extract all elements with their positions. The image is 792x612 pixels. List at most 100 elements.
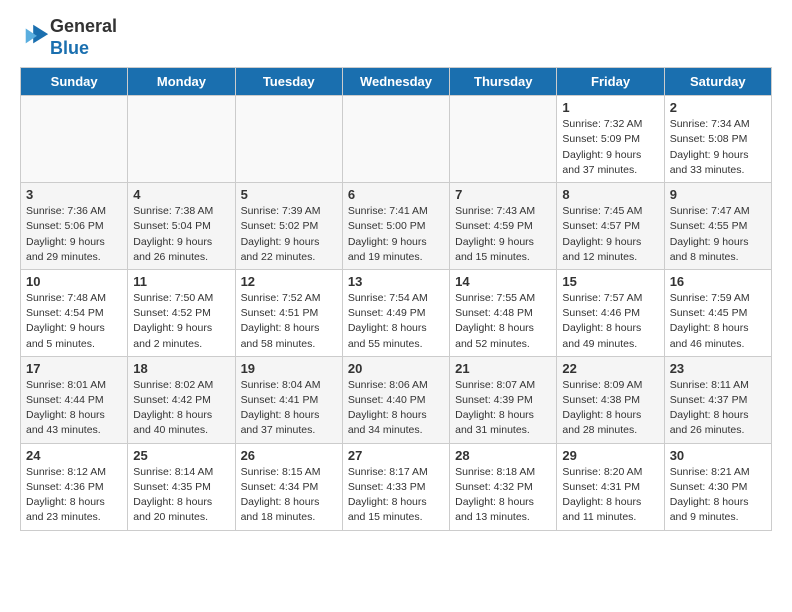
day-number: 1 — [562, 100, 658, 115]
calendar-header-wednesday: Wednesday — [342, 68, 449, 96]
calendar-header-saturday: Saturday — [664, 68, 771, 96]
day-number: 15 — [562, 274, 658, 289]
day-info: Sunrise: 7:45 AM Sunset: 4:57 PM Dayligh… — [562, 204, 658, 265]
calendar-cell: 9 Sunrise: 7:47 AM Sunset: 4:55 PM Daylig… — [664, 183, 771, 270]
calendar-cell: 17 Sunrise: 8:01 AM Sunset: 4:44 PM Dayli… — [21, 356, 128, 443]
day-number: 18 — [133, 361, 229, 376]
logo-icon — [22, 21, 50, 49]
calendar-cell — [235, 96, 342, 183]
day-info: Sunrise: 8:02 AM Sunset: 4:42 PM Dayligh… — [133, 378, 229, 439]
calendar-cell: 8 Sunrise: 7:45 AM Sunset: 4:57 PM Daylig… — [557, 183, 664, 270]
day-info: Sunrise: 7:54 AM Sunset: 4:49 PM Dayligh… — [348, 291, 444, 352]
calendar-cell — [128, 96, 235, 183]
day-info: Sunrise: 8:21 AM Sunset: 4:30 PM Dayligh… — [670, 465, 766, 526]
calendar-cell: 13Sunrise: 7:54 AM Sunset: 4:49 PM Dayli… — [342, 269, 449, 356]
calendar-cell: 4 Sunrise: 7:38 AM Sunset: 5:04 PM Daylig… — [128, 183, 235, 270]
calendar-cell: 14 Sunrise: 7:55 AM Sunset: 4:48 PM Dayli… — [450, 269, 557, 356]
calendar-cell: 16 Sunrise: 7:59 AM Sunset: 4:45 PM Dayli… — [664, 269, 771, 356]
day-number: 3 — [26, 187, 122, 202]
calendar-cell: 10Sunrise: 7:48 AM Sunset: 4:54 PM Dayli… — [21, 269, 128, 356]
day-info: Sunrise: 7:41 AM Sunset: 5:00 PM Dayligh… — [348, 204, 444, 265]
day-number: 17 — [26, 361, 122, 376]
calendar-table: SundayMondayTuesdayWednesdayThursdayFrid… — [20, 67, 772, 530]
page-container: General Blue SundayMondayTuesdayWednesda… — [0, 0, 792, 547]
calendar-cell — [342, 96, 449, 183]
day-info: Sunrise: 7:48 AM Sunset: 4:54 PM Dayligh… — [26, 291, 122, 352]
day-number: 23 — [670, 361, 766, 376]
calendar-cell: 23 Sunrise: 8:11 AM Sunset: 4:37 PM Dayli… — [664, 356, 771, 443]
day-info: Sunrise: 8:14 AM Sunset: 4:35 PM Dayligh… — [133, 465, 229, 526]
calendar-cell — [450, 96, 557, 183]
calendar-header-monday: Monday — [128, 68, 235, 96]
calendar-cell: 27 Sunrise: 8:17 AM Sunset: 4:33 PM Dayli… — [342, 443, 449, 530]
calendar-header-sunday: Sunday — [21, 68, 128, 96]
day-info: Sunrise: 7:34 AM Sunset: 5:08 PM Dayligh… — [670, 117, 766, 178]
day-number: 29 — [562, 448, 658, 463]
day-info: Sunrise: 8:17 AM Sunset: 4:33 PM Dayligh… — [348, 465, 444, 526]
day-number: 20 — [348, 361, 444, 376]
calendar-cell: 22 Sunrise: 8:09 AM Sunset: 4:38 PM Dayli… — [557, 356, 664, 443]
calendar-cell — [21, 96, 128, 183]
day-info: Sunrise: 7:59 AM Sunset: 4:45 PM Dayligh… — [670, 291, 766, 352]
day-info: Sunrise: 8:20 AM Sunset: 4:31 PM Dayligh… — [562, 465, 658, 526]
day-number: 9 — [670, 187, 766, 202]
day-number: 2 — [670, 100, 766, 115]
day-info: Sunrise: 8:06 AM Sunset: 4:40 PM Dayligh… — [348, 378, 444, 439]
day-info: Sunrise: 8:07 AM Sunset: 4:39 PM Dayligh… — [455, 378, 551, 439]
day-info: Sunrise: 8:18 AM Sunset: 4:32 PM Dayligh… — [455, 465, 551, 526]
calendar-week-1: 3 Sunrise: 7:36 AM Sunset: 5:06 PM Daylig… — [21, 183, 772, 270]
calendar-cell: 6 Sunrise: 7:41 AM Sunset: 5:00 PM Daylig… — [342, 183, 449, 270]
day-info: Sunrise: 7:52 AM Sunset: 4:51 PM Dayligh… — [241, 291, 337, 352]
day-number: 8 — [562, 187, 658, 202]
calendar-week-4: 24Sunrise: 8:12 AM Sunset: 4:36 PM Dayli… — [21, 443, 772, 530]
logo-text-general: General — [50, 16, 117, 38]
calendar-cell: 19Sunrise: 8:04 AM Sunset: 4:41 PM Dayli… — [235, 356, 342, 443]
calendar-cell: 12Sunrise: 7:52 AM Sunset: 4:51 PM Dayli… — [235, 269, 342, 356]
calendar-cell: 28Sunrise: 8:18 AM Sunset: 4:32 PM Dayli… — [450, 443, 557, 530]
calendar-cell: 26 Sunrise: 8:15 AM Sunset: 4:34 PM Dayli… — [235, 443, 342, 530]
day-info: Sunrise: 7:55 AM Sunset: 4:48 PM Dayligh… — [455, 291, 551, 352]
calendar-week-3: 17 Sunrise: 8:01 AM Sunset: 4:44 PM Dayli… — [21, 356, 772, 443]
day-info: Sunrise: 8:12 AM Sunset: 4:36 PM Dayligh… — [26, 465, 122, 526]
day-info: Sunrise: 8:01 AM Sunset: 4:44 PM Dayligh… — [26, 378, 122, 439]
day-info: Sunrise: 7:36 AM Sunset: 5:06 PM Dayligh… — [26, 204, 122, 265]
calendar-cell: 18 Sunrise: 8:02 AM Sunset: 4:42 PM Dayli… — [128, 356, 235, 443]
day-number: 4 — [133, 187, 229, 202]
calendar-cell: 24Sunrise: 8:12 AM Sunset: 4:36 PM Dayli… — [21, 443, 128, 530]
day-number: 6 — [348, 187, 444, 202]
day-number: 14 — [455, 274, 551, 289]
day-info: Sunrise: 7:50 AM Sunset: 4:52 PM Dayligh… — [133, 291, 229, 352]
calendar-cell: 5Sunrise: 7:39 AM Sunset: 5:02 PM Daylig… — [235, 183, 342, 270]
logo: General Blue — [20, 16, 117, 59]
day-number: 27 — [348, 448, 444, 463]
header: General Blue — [20, 16, 772, 59]
calendar-cell: 15 Sunrise: 7:57 AM Sunset: 4:46 PM Dayli… — [557, 269, 664, 356]
calendar-cell: 11Sunrise: 7:50 AM Sunset: 4:52 PM Dayli… — [128, 269, 235, 356]
calendar-cell: 20 Sunrise: 8:06 AM Sunset: 4:40 PM Dayli… — [342, 356, 449, 443]
day-number: 7 — [455, 187, 551, 202]
calendar-header-thursday: Thursday — [450, 68, 557, 96]
day-number: 26 — [241, 448, 337, 463]
calendar-cell: 30Sunrise: 8:21 AM Sunset: 4:30 PM Dayli… — [664, 443, 771, 530]
day-number: 19 — [241, 361, 337, 376]
calendar-week-2: 10Sunrise: 7:48 AM Sunset: 4:54 PM Dayli… — [21, 269, 772, 356]
day-number: 22 — [562, 361, 658, 376]
day-number: 5 — [241, 187, 337, 202]
calendar-header-row: SundayMondayTuesdayWednesdayThursdayFrid… — [21, 68, 772, 96]
day-info: Sunrise: 8:09 AM Sunset: 4:38 PM Dayligh… — [562, 378, 658, 439]
logo-text-blue: Blue — [50, 38, 117, 60]
day-number: 16 — [670, 274, 766, 289]
calendar-cell: 7 Sunrise: 7:43 AM Sunset: 4:59 PM Daylig… — [450, 183, 557, 270]
day-info: Sunrise: 7:43 AM Sunset: 4:59 PM Dayligh… — [455, 204, 551, 265]
calendar-cell: 1Sunrise: 7:32 AM Sunset: 5:09 PM Daylig… — [557, 96, 664, 183]
calendar-header-friday: Friday — [557, 68, 664, 96]
day-info: Sunrise: 7:47 AM Sunset: 4:55 PM Dayligh… — [670, 204, 766, 265]
calendar-cell: 2 Sunrise: 7:34 AM Sunset: 5:08 PM Daylig… — [664, 96, 771, 183]
calendar-cell: 21Sunrise: 8:07 AM Sunset: 4:39 PM Dayli… — [450, 356, 557, 443]
day-info: Sunrise: 8:11 AM Sunset: 4:37 PM Dayligh… — [670, 378, 766, 439]
day-info: Sunrise: 8:15 AM Sunset: 4:34 PM Dayligh… — [241, 465, 337, 526]
day-number: 25 — [133, 448, 229, 463]
calendar-week-0: 1Sunrise: 7:32 AM Sunset: 5:09 PM Daylig… — [21, 96, 772, 183]
day-info: Sunrise: 7:57 AM Sunset: 4:46 PM Dayligh… — [562, 291, 658, 352]
day-info: Sunrise: 7:38 AM Sunset: 5:04 PM Dayligh… — [133, 204, 229, 265]
